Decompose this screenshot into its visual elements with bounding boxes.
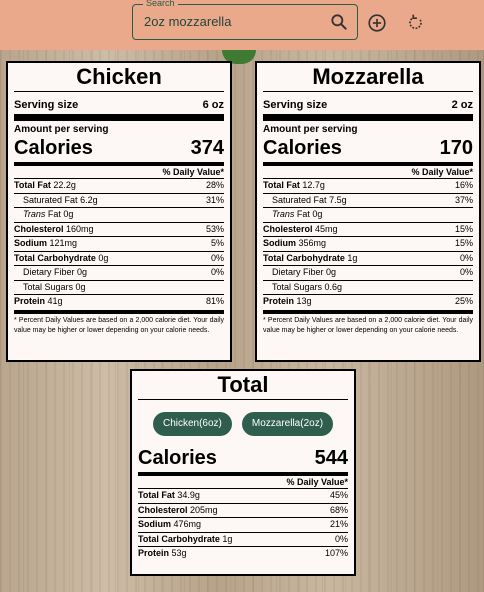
dv-header: % Daily Value* (138, 476, 348, 489)
nutrition-card-mozzarella: Mozzarella Serving size 2 oz Amount per … (255, 61, 481, 362)
search-legend: Search (143, 0, 178, 8)
calories-value: 170 (439, 137, 473, 159)
card-title: Chicken (14, 65, 224, 92)
amount-per-serving: Amount per serving (263, 124, 358, 135)
sodium-row: Sodium 121mg 5% (14, 237, 224, 252)
saturated-fat-row: Saturated Fat 6.2g 31% (14, 194, 224, 208)
divider (14, 114, 224, 121)
nutrition-card-chicken: Chicken Serving size 6 oz Amount per ser… (6, 61, 232, 362)
dv-header: % Daily Value* (14, 166, 224, 179)
protein-row: Protein 13g 25% (263, 296, 473, 306)
protein-row: Protein 53g 107% (138, 548, 348, 558)
chip-mozzarella[interactable]: Mozzarella(2oz) (241, 412, 334, 436)
total-fat-row: Total Fat 34.9g 45% (138, 489, 348, 504)
search-input[interactable]: 2oz mozzarella (144, 14, 231, 29)
serving-size-row: Serving size 2 oz (263, 99, 473, 111)
search-icon[interactable] (329, 12, 349, 32)
saturated-fat-row: Saturated Fat 7.5g 37% (263, 194, 473, 208)
calories-row: Calories 544 (138, 447, 348, 469)
sodium-row: Sodium 476mg 21% (138, 518, 348, 533)
card-title: Mozzarella (263, 65, 473, 92)
calories-value: 374 (190, 137, 224, 159)
calories-value: 544 (314, 447, 348, 469)
cholesterol-row: Cholesterol 205mg 68% (138, 504, 348, 518)
total-sugars-row: Total Sugars 0.6g (263, 281, 473, 295)
cholesterol-row: Cholesterol 160mg 53% (14, 223, 224, 237)
serving-size-row: Serving size 6 oz (14, 99, 224, 111)
footnote: * Percent Daily Values are based on a 2,… (263, 309, 473, 336)
amount-per-serving: Amount per serving (14, 124, 109, 135)
dietary-fiber-row: Dietary Fiber 0g 0% (14, 266, 224, 281)
total-sugars-row: Total Sugars 0g (14, 281, 224, 295)
trans-fat-row: Trans Fat 0g (14, 208, 224, 223)
chip-chicken[interactable]: Chicken(6oz) (152, 412, 232, 436)
carbohydrate-row: Total Carbohydrate 1g 0% (263, 252, 473, 266)
footnote: * Percent Daily Values are based on a 2,… (14, 309, 224, 336)
protein-row: Protein 41g 81% (14, 296, 224, 306)
calories-row: Calories 170 (263, 137, 473, 159)
carbohydrate-row: Total Carbohydrate 1g 0% (138, 533, 348, 547)
card-title: Total (138, 373, 348, 400)
calories-row: Calories 374 (14, 137, 224, 159)
ingredient-chips: Chicken(6oz) Mozzarella(2oz) (138, 412, 348, 436)
refresh-icon[interactable] (405, 12, 427, 34)
add-circle-icon[interactable] (366, 12, 388, 34)
total-fat-row: Total Fat 12.7g 16% (263, 179, 473, 194)
total-fat-row: Total Fat 22.2g 28% (14, 179, 224, 194)
trans-fat-row: Trans Fat 0g (263, 208, 473, 223)
dv-header: % Daily Value* (263, 166, 473, 179)
carbohydrate-row: Total Carbohydrate 0g 0% (14, 252, 224, 266)
sodium-row: Sodium 356mg 15% (263, 237, 473, 252)
search-field[interactable]: Search 2oz mozzarella (132, 0, 358, 40)
app-header: Search 2oz mozzarella (0, 0, 484, 50)
dietary-fiber-row: Dietary Fiber 0g 0% (263, 266, 473, 281)
divider (263, 114, 473, 121)
cholesterol-row: Cholesterol 45mg 15% (263, 223, 473, 237)
nutrition-card-total: Total Chicken(6oz) Mozzarella(2oz) Calor… (130, 369, 356, 576)
